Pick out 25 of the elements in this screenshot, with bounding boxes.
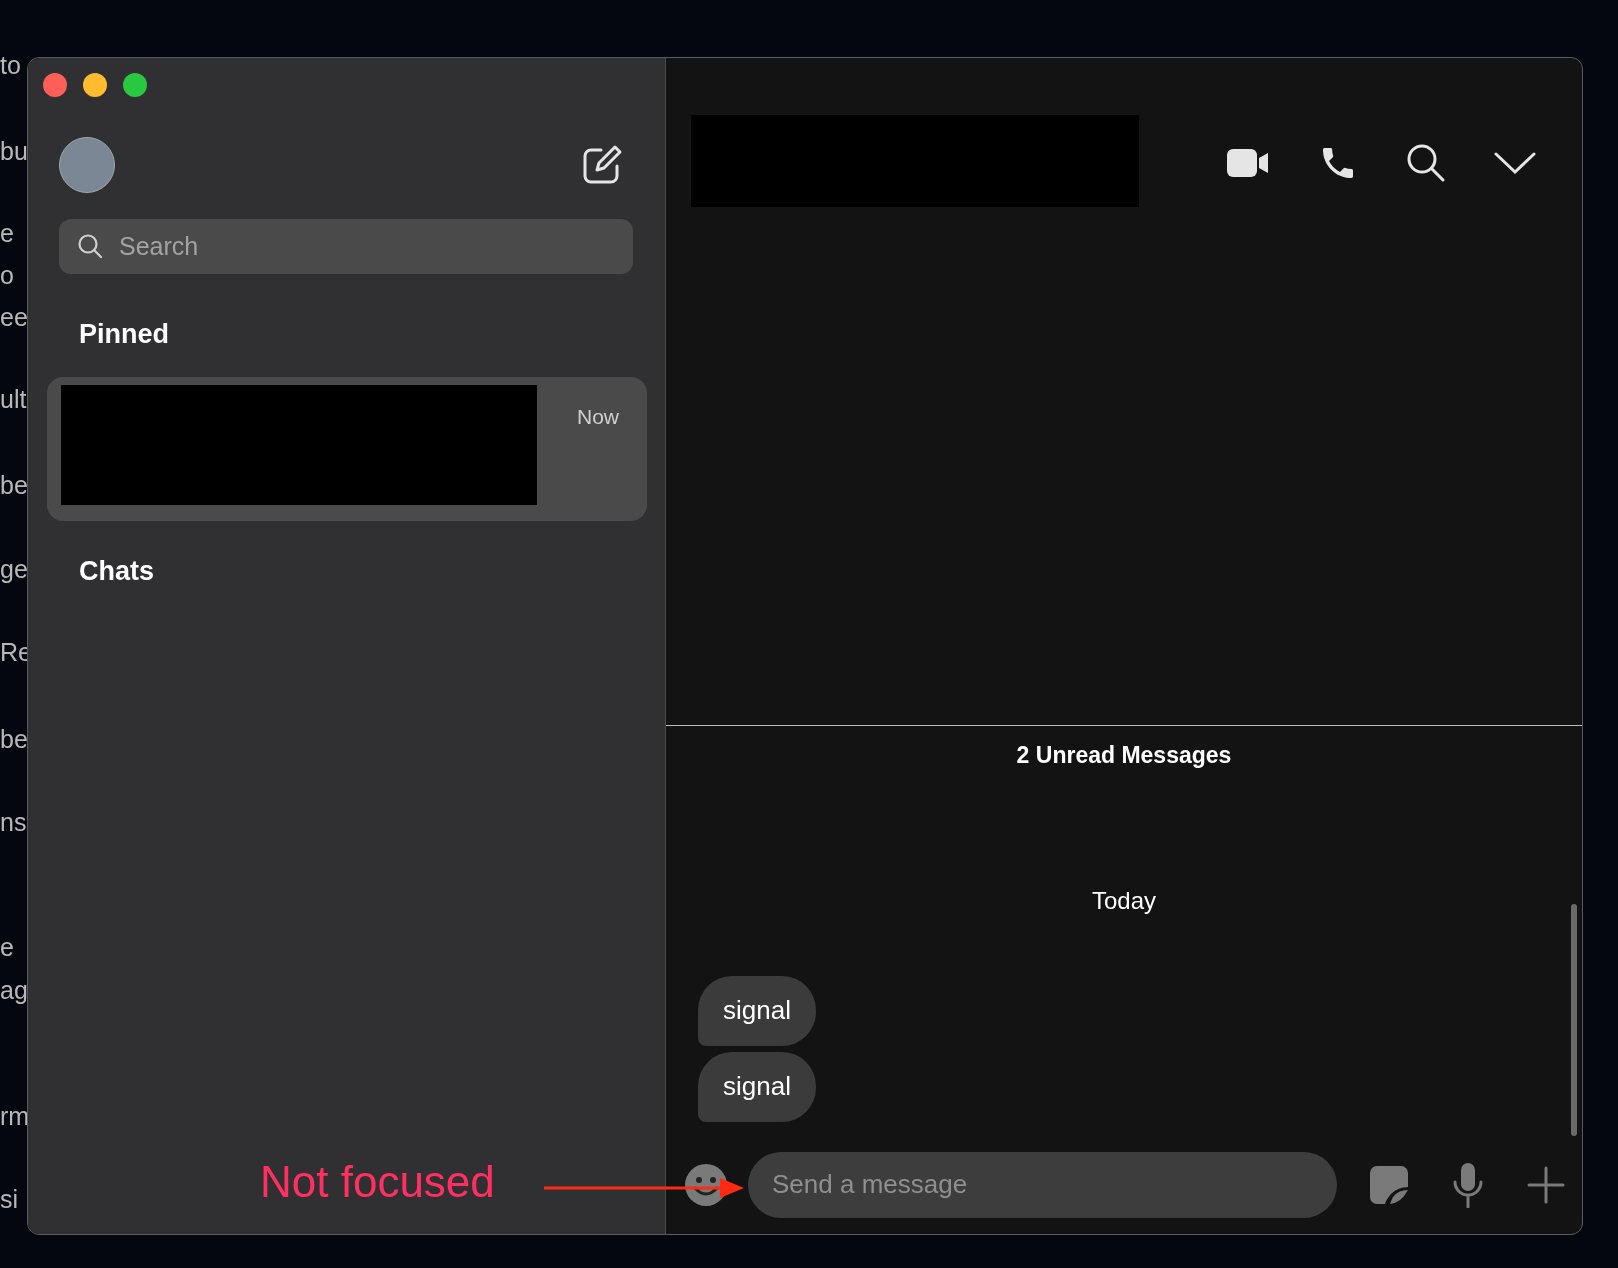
background-text: bu — [0, 139, 28, 164]
background-text: si — [0, 1187, 19, 1212]
background-text: to — [0, 53, 21, 78]
background-text: ag — [0, 978, 28, 1003]
section-heading: Chats — [78, 554, 155, 588]
chat-list-item[interactable]: Now — [47, 376, 647, 521]
background-text: ult — [0, 387, 27, 412]
background-text: be — [0, 473, 28, 498]
timestamp: Now — [577, 403, 619, 430]
background-text: e — [0, 935, 14, 960]
background-text: o — [0, 263, 14, 288]
unread-divider-label: 2 Unread Messages — [1015, 741, 1233, 770]
date-label: Today — [1090, 885, 1157, 916]
annotation-label: Not focused — [260, 1160, 495, 1204]
background-text: ge — [0, 557, 28, 582]
message-bubble: signal — [698, 1051, 816, 1122]
background-text: rm — [0, 1104, 30, 1129]
background-text: ee — [0, 305, 28, 330]
background-text: e — [0, 221, 14, 246]
background-text: ns — [0, 810, 27, 835]
background-text: be — [0, 727, 28, 752]
message-input[interactable]: Send a message — [748, 1151, 1337, 1218]
section-heading: Pinned — [78, 318, 170, 351]
search-field[interactable]: Search — [59, 219, 633, 274]
message-bubble: signal — [698, 975, 816, 1046]
